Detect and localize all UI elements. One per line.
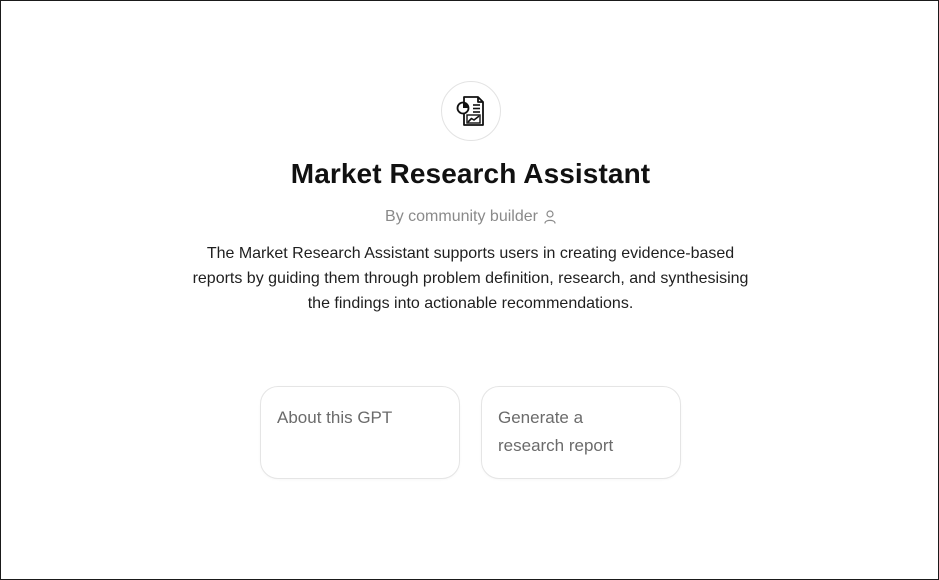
gpt-landing-page: Market Research Assistant By community b… [0,0,939,580]
starter-label: About this GPT [277,408,393,427]
report-chart-icon [456,96,484,126]
gpt-title: Market Research Assistant [290,158,651,189]
starter-label: Generate a research report [498,408,614,455]
gpt-byline: By community builder [1,208,939,226]
gpt-avatar [441,81,501,141]
person-icon [544,210,556,224]
starter-generate-report[interactable]: Generate a research report [481,386,681,479]
starter-about-gpt[interactable]: About this GPT [260,386,460,479]
byline-text: By community builder [385,208,538,225]
gpt-description: The Market Research Assistant supports u… [192,245,749,312]
